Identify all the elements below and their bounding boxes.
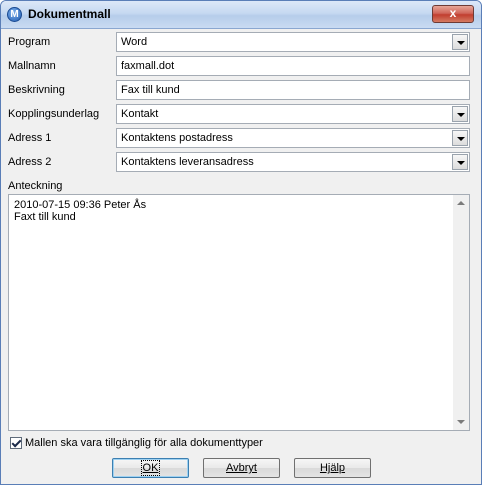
mallnamn-label: Mallnamn (8, 60, 56, 72)
chevron-down-icon[interactable] (452, 106, 468, 122)
kopplingsunderlag-value: Kontakt (121, 108, 159, 120)
dialog-window: M Dokumentmall x Program Word Mallnamn f… (0, 0, 482, 485)
close-icon: x (449, 6, 457, 20)
kopplingsunderlag-label: Kopplingsunderlag (8, 108, 100, 120)
scroll-down-icon[interactable] (453, 414, 469, 430)
kopplingsunderlag-select[interactable]: Kontakt (116, 104, 470, 124)
beskrivning-value: Fax till kund (121, 84, 180, 96)
notes-scrollbar[interactable] (453, 195, 469, 430)
help-button-label: Hjälp (319, 462, 346, 474)
notes-text: 2010-07-15 09:36 Peter Ås Faxt till kund (14, 199, 147, 223)
app-logo-icon: M (7, 7, 22, 22)
chevron-down-icon[interactable] (452, 34, 468, 50)
notes-label: Anteckning (8, 180, 63, 192)
all-doctypes-checkbox[interactable] (10, 437, 22, 449)
all-doctypes-label: Mallen ska vara tillgänglig för alla dok… (25, 437, 263, 449)
help-button[interactable]: Hjälp (294, 458, 371, 478)
notes-textarea[interactable]: 2010-07-15 09:36 Peter Ås Faxt till kund (8, 194, 470, 431)
adress1-label: Adress 1 (8, 132, 52, 144)
adress2-select[interactable]: Kontaktens leveransadress (116, 152, 470, 172)
program-value: Word (121, 36, 148, 48)
program-select[interactable]: Word (116, 32, 470, 52)
chevron-down-icon[interactable] (452, 130, 468, 146)
title-bar[interactable]: M Dokumentmall x (1, 1, 481, 29)
mallnamn-value: faxmall.dot (121, 60, 175, 72)
program-label: Program (8, 36, 51, 48)
ok-button-label: OK (140, 460, 161, 476)
adress1-value: Kontaktens postadress (121, 132, 233, 144)
beskrivning-input[interactable]: Fax till kund (116, 80, 470, 100)
adress2-value: Kontaktens leveransadress (121, 156, 254, 168)
adress2-label: Adress 2 (8, 156, 52, 168)
ok-button[interactable]: OK (112, 458, 189, 478)
cancel-button-label: Avbryt (226, 462, 257, 474)
window-title: Dokumentmall (28, 7, 111, 21)
scroll-up-icon[interactable] (453, 195, 469, 211)
mallnamn-input[interactable]: faxmall.dot (116, 56, 470, 76)
adress1-select[interactable]: Kontaktens postadress (116, 128, 470, 148)
chevron-down-icon[interactable] (452, 154, 468, 170)
close-button[interactable]: x (432, 5, 474, 23)
beskrivning-label: Beskrivning (8, 84, 65, 96)
cancel-button[interactable]: Avbryt (203, 458, 280, 478)
